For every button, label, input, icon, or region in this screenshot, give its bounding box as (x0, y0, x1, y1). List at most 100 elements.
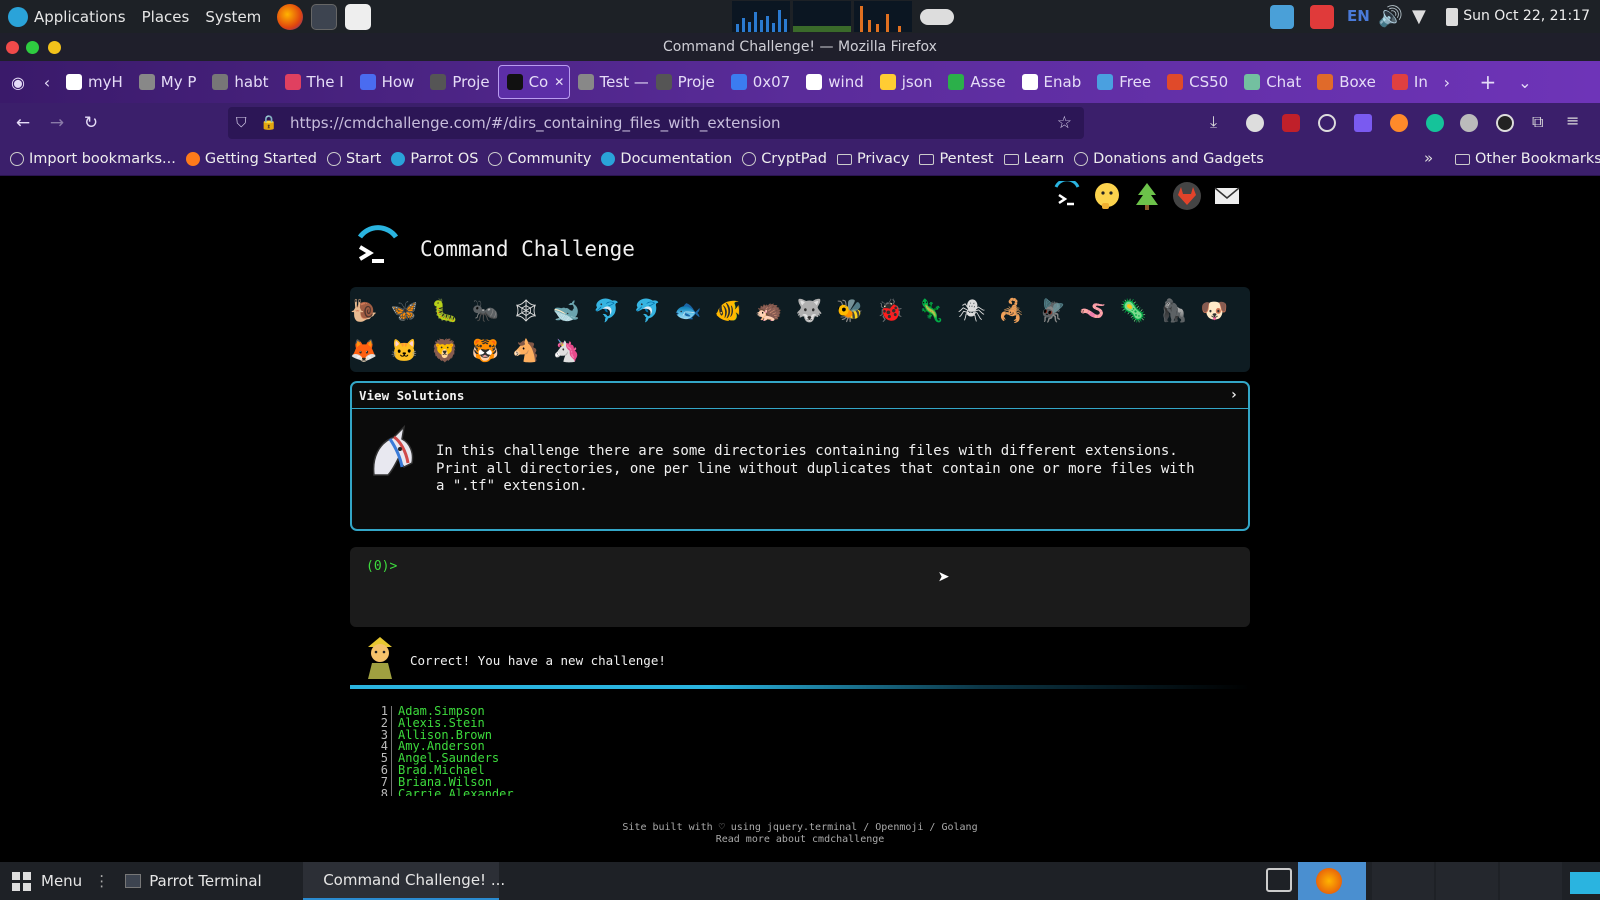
firefox-view-icon[interactable]: ◉ (0, 73, 36, 92)
bookmark-item[interactable]: Getting Started (185, 151, 317, 167)
footer-about-link[interactable]: Read more about cmdchallenge (0, 834, 1600, 846)
challenge-emoji-icon[interactable]: 🦔 (755, 297, 783, 325)
bookmark-item[interactable]: CryptPad (742, 151, 827, 167)
tab[interactable]: The I (277, 65, 352, 99)
firefox-launcher-icon[interactable] (277, 3, 304, 30)
text-editor-launcher-icon[interactable] (345, 3, 372, 30)
challenge-emoji-icon[interactable]: 🐞 (877, 297, 905, 325)
anydesk-tray-icon[interactable] (1310, 5, 1334, 29)
challenge-emoji-icon[interactable]: 🐱 (391, 337, 419, 365)
challenge-emoji-icon[interactable]: 🐌 (350, 297, 378, 325)
show-desktop-icon[interactable] (1570, 872, 1600, 894)
scroll-tabs-right-icon[interactable]: › (1436, 73, 1458, 92)
challenge-emoji-icon[interactable]: 🐬 (634, 297, 662, 325)
challenge-emoji-icon[interactable]: 🐟 (674, 297, 702, 325)
view-solutions-toggle[interactable]: View Solutions › (352, 383, 1248, 409)
gitlab-icon[interactable] (1172, 181, 1202, 211)
other-bookmarks[interactable]: Other Bookmarks (1455, 151, 1600, 167)
challenge-emoji-icon[interactable]: 🕷 (958, 297, 986, 325)
workspace-2[interactable] (1372, 862, 1434, 900)
challenge-emoji-icon[interactable]: 🦠 (1120, 297, 1148, 325)
system-menu[interactable]: System (205, 8, 261, 26)
bookmark-item[interactable]: Community (488, 151, 591, 167)
bookmark-star-icon[interactable]: ☆ (1057, 113, 1072, 133)
applications-menu[interactable]: Applications (0, 6, 126, 27)
tab[interactable]: Test — (570, 65, 648, 99)
tab[interactable]: How (352, 65, 423, 99)
challenge-emoji-icon[interactable]: 🪰 (1039, 297, 1067, 325)
clock[interactable]: Sun Oct 22, 21:17 (1463, 8, 1590, 24)
bookmark-item[interactable]: Learn (1003, 151, 1064, 167)
tab[interactable]: habt (204, 65, 276, 99)
tree-icon[interactable] (1132, 181, 1162, 211)
bookmark-item[interactable]: Parrot OS (391, 151, 478, 167)
workspace-4[interactable] (1500, 862, 1562, 900)
challenge-emoji-icon[interactable]: 🦎 (917, 297, 945, 325)
challenge-emoji-icon[interactable]: 🐶 (1201, 297, 1229, 325)
tab[interactable]: Boxe (1309, 65, 1384, 99)
challenge-emoji-icon[interactable]: 🕸 (512, 297, 540, 325)
chevron-right-icon[interactable]: › (1230, 387, 1238, 403)
brave-like-icon[interactable] (1390, 114, 1408, 132)
grammarly-icon[interactable] (1426, 114, 1444, 132)
challenge-emoji-icon[interactable]: 🪱 (1079, 297, 1107, 325)
workspace-icon[interactable] (1266, 868, 1292, 892)
list-all-tabs-icon[interactable]: ⌄ (1508, 73, 1542, 92)
places-menu[interactable]: Places (142, 8, 190, 26)
more-bookmarks-icon[interactable]: » (1424, 149, 1433, 167)
bookmark-item[interactable]: Privacy (836, 151, 909, 167)
container-icon[interactable] (1460, 114, 1478, 132)
task-firefox[interactable]: Command Challenge! ... (303, 862, 505, 900)
challenge-emoji-icon[interactable]: 🐠 (715, 297, 743, 325)
challenge-emoji-icon[interactable]: 🐜 (472, 297, 500, 325)
scroll-tabs-left-icon[interactable]: ‹ (36, 73, 58, 92)
ublock-icon[interactable] (1282, 114, 1300, 132)
bookmark-item[interactable]: Start (326, 151, 381, 167)
tab[interactable]: myH (58, 65, 131, 99)
tab[interactable]: Free (1089, 65, 1159, 99)
challenge-emoji-icon[interactable]: 🐛 (431, 297, 459, 325)
url-text[interactable]: https://cmdchallenge.com/#/dirs_containi… (290, 114, 781, 132)
bookmark-item[interactable]: Import bookmarks... (10, 151, 176, 167)
extensions-puzzle-icon[interactable]: ⧉ (1532, 112, 1550, 131)
volume-icon[interactable]: 🔊 (1378, 4, 1403, 28)
challenge-emoji-icon[interactable]: 🦋 (391, 297, 419, 325)
task-parrot-terminal[interactable]: Parrot Terminal (113, 862, 303, 900)
tab[interactable]: In (1384, 65, 1436, 99)
tab[interactable]: wind (798, 65, 871, 99)
mail-icon[interactable] (1212, 181, 1242, 211)
tab[interactable]: Enab (1014, 65, 1090, 99)
extension-badge-icon[interactable] (1354, 114, 1372, 132)
tab[interactable]: CS50 (1159, 65, 1236, 99)
account-icon[interactable] (1246, 114, 1264, 132)
new-tab-icon[interactable]: + (1468, 70, 1508, 94)
terminal-launcher-icon[interactable] (311, 3, 338, 30)
challenge-emoji-icon[interactable]: 🦊 (350, 337, 378, 365)
wifi-icon[interactable]: ▼ (1412, 6, 1436, 30)
challenge-emoji-icon[interactable]: 🦄 (553, 337, 581, 365)
battery-icon[interactable] (1446, 8, 1458, 26)
tab[interactable]: Proje (422, 65, 497, 99)
forward-icon[interactable]: → (40, 113, 74, 133)
downloads-icon[interactable]: ⤓ (1210, 112, 1228, 131)
tab-active[interactable]: Co ✕ (497, 65, 570, 99)
reload-icon[interactable]: ↻ (74, 113, 108, 133)
bookmark-item[interactable]: Donations and Gadgets (1074, 151, 1264, 167)
cookie-icon[interactable] (1318, 114, 1336, 132)
bookmark-item[interactable]: Documentation (601, 151, 732, 167)
terminal-logo-icon[interactable] (1052, 181, 1082, 211)
challenge-emoji-icon[interactable]: 🦍 (1160, 297, 1188, 325)
notes-tray-icon[interactable] (1270, 5, 1294, 29)
bookmark-item[interactable]: Pentest (919, 151, 994, 167)
tab[interactable]: Asse (940, 65, 1013, 99)
challenge-emoji-icon[interactable]: 🦂 (998, 297, 1026, 325)
keyboard-language[interactable]: EN (1347, 7, 1370, 25)
workspace-3[interactable] (1436, 862, 1498, 900)
lock-icon[interactable]: 🔒 (260, 115, 277, 131)
shield-icon[interactable]: ⛉ (236, 115, 247, 131)
challenge-emoji-icon[interactable]: 🐴 (512, 337, 540, 365)
challenge-emoji-icon[interactable]: 🐺 (796, 297, 824, 325)
thinking-face-icon[interactable] (1092, 181, 1122, 211)
challenge-emoji-icon[interactable]: 🐝 (836, 297, 864, 325)
terminal-input[interactable]: (0)> ➤ (350, 547, 1250, 627)
